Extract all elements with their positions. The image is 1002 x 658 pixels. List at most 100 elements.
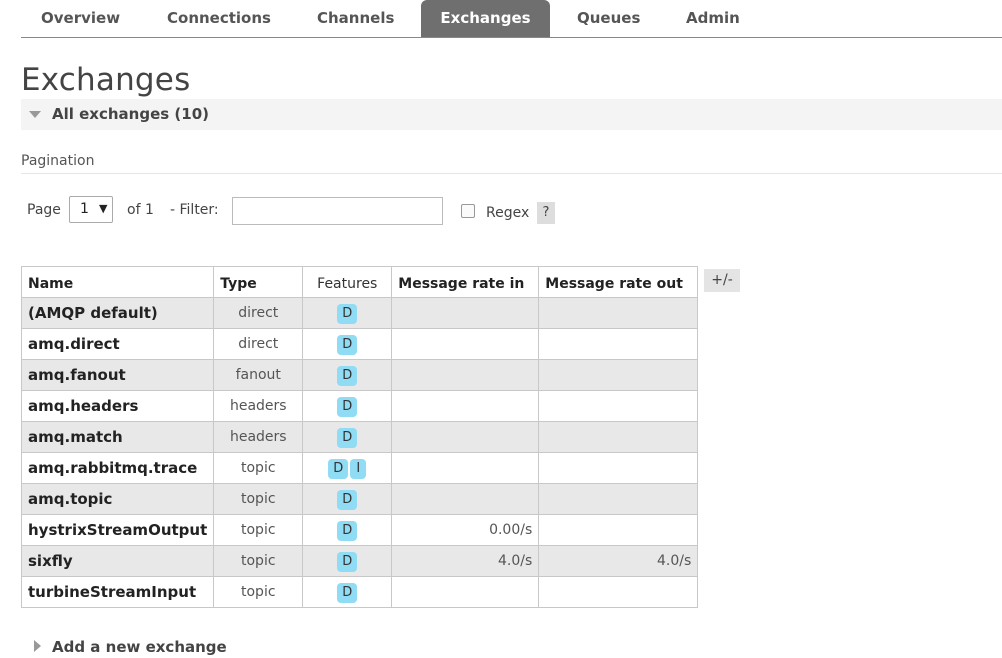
message-rate-in — [391, 421, 540, 453]
table-row: turbineStreamInput topic D — [20, 576, 699, 608]
message-rate-out — [538, 359, 699, 391]
col-header-type[interactable]: Type — [213, 266, 304, 298]
exchange-type: topic — [213, 576, 304, 608]
table-row: amq.rabbitmq.trace topic D I — [20, 452, 699, 484]
message-rate-in: 4.0/s — [391, 545, 540, 577]
message-rate-in — [391, 576, 540, 608]
exchange-type: topic — [213, 514, 304, 546]
regex-checkbox[interactable] — [461, 204, 475, 218]
durable-badge: D — [337, 335, 358, 355]
filter-label: - Filter: — [170, 202, 219, 218]
exchange-type: topic — [213, 452, 304, 484]
message-rate-out — [538, 514, 699, 546]
col-header-features: Features — [302, 266, 393, 298]
table-row: amq.match headers D — [20, 421, 699, 453]
add-exchange-toggle[interactable]: Add a new exchange — [21, 636, 321, 658]
message-rate-out — [538, 483, 699, 515]
exchange-name-link[interactable]: turbineStreamInput — [20, 576, 215, 608]
main-nav: Overview Connections Channels Exchanges … — [21, 0, 1002, 38]
durable-badge: D — [337, 366, 358, 386]
exchange-type: headers — [213, 421, 304, 453]
message-rate-in — [391, 483, 540, 515]
chevron-down-icon: ▼ — [99, 202, 108, 215]
exchange-features: D — [302, 545, 393, 577]
exchanges-table: Name Type Features Message rate in Messa… — [20, 266, 699, 608]
tab-channels[interactable]: Channels — [317, 0, 394, 37]
pagination-label[interactable]: Pagination — [21, 153, 94, 169]
exchange-features: D — [302, 390, 393, 422]
durable-badge: D — [328, 459, 349, 479]
table-row: hystrixStreamOutput topic D 0.00/s — [20, 514, 699, 546]
exchange-features: D — [302, 483, 393, 515]
page-select-value: 1 — [80, 201, 89, 217]
table-row: amq.headers headers D — [20, 390, 699, 422]
filter-input[interactable] — [232, 197, 443, 225]
table-row: amq.direct direct D — [20, 328, 699, 360]
durable-badge: D — [337, 490, 358, 510]
message-rate-in — [391, 328, 540, 360]
message-rate-in: 0.00/s — [391, 514, 540, 546]
durable-badge: D — [337, 397, 358, 417]
tab-connections[interactable]: Connections — [167, 0, 271, 37]
exchange-name-link[interactable]: amq.match — [20, 421, 215, 453]
message-rate-out — [538, 576, 699, 608]
add-exchange-label: Add a new exchange — [52, 638, 227, 656]
all-exchanges-toggle[interactable]: All exchanges (10) — [21, 99, 1002, 130]
exchange-name-link[interactable]: (AMQP default) — [20, 297, 215, 329]
exchange-type: direct — [213, 328, 304, 360]
table-row: amq.topic topic D — [20, 483, 699, 515]
tab-exchanges[interactable]: Exchanges — [421, 0, 550, 37]
col-header-rate-in: Message rate in — [391, 266, 540, 298]
exchange-name-link[interactable]: hystrixStreamOutput — [20, 514, 215, 546]
message-rate-in — [391, 390, 540, 422]
exchange-name-link[interactable]: sixfly — [20, 545, 215, 577]
exchange-type: direct — [213, 297, 304, 329]
page-select[interactable]: 1 ▼ — [69, 196, 113, 223]
exchange-type: topic — [213, 483, 304, 515]
message-rate-out — [538, 390, 699, 422]
exchange-features: DI — [302, 452, 393, 484]
durable-badge: D — [337, 552, 358, 572]
table-row: (AMQP default) direct D — [20, 297, 699, 329]
message-rate-in — [391, 452, 540, 484]
exchange-features: D — [302, 421, 393, 453]
table-row: amq.fanout fanout D — [20, 359, 699, 391]
pagination-divider — [21, 173, 1002, 174]
message-rate-in — [391, 297, 540, 329]
exchange-features: D — [302, 576, 393, 608]
message-rate-out — [538, 452, 699, 484]
regex-label: Regex — [486, 205, 530, 221]
message-rate-out — [538, 421, 699, 453]
regex-help-button[interactable]: ? — [537, 202, 555, 224]
durable-badge: D — [337, 521, 358, 541]
table-row: sixfly topic D 4.0/s 4.0/s — [20, 545, 699, 577]
all-exchanges-label: All exchanges (10) — [52, 105, 209, 123]
page-title: Exchanges — [21, 62, 191, 98]
exchange-name-link[interactable]: amq.topic — [20, 483, 215, 515]
columns-toggle-button[interactable]: +/- — [704, 269, 740, 292]
exchange-features: D — [302, 328, 393, 360]
exchange-type: headers — [213, 390, 304, 422]
tab-queues[interactable]: Queues — [577, 0, 640, 37]
exchange-name-link[interactable]: amq.rabbitmq.trace — [20, 452, 215, 484]
durable-badge: D — [337, 304, 358, 324]
col-header-name[interactable]: Name — [20, 266, 215, 298]
exchange-type: topic — [213, 545, 304, 577]
exchange-features: D — [302, 297, 393, 329]
message-rate-out — [538, 297, 699, 329]
exchange-type: fanout — [213, 359, 304, 391]
durable-badge: D — [337, 583, 358, 603]
message-rate-in — [391, 359, 540, 391]
tab-overview[interactable]: Overview — [41, 0, 120, 37]
page-label: Page — [27, 202, 61, 218]
exchange-name-link[interactable]: amq.fanout — [20, 359, 215, 391]
tab-admin[interactable]: Admin — [686, 0, 740, 37]
exchange-features: D — [302, 359, 393, 391]
page-count-label: of 1 — [127, 202, 154, 218]
table-header-row: Name Type Features Message rate in Messa… — [20, 266, 699, 298]
internal-badge: I — [350, 459, 367, 479]
exchange-name-link[interactable]: amq.headers — [20, 390, 215, 422]
table-body: (AMQP default) direct Damq.direct direct Dam… — [20, 297, 699, 608]
expand-triangle-icon — [34, 640, 41, 652]
exchange-name-link[interactable]: amq.direct — [20, 328, 215, 360]
